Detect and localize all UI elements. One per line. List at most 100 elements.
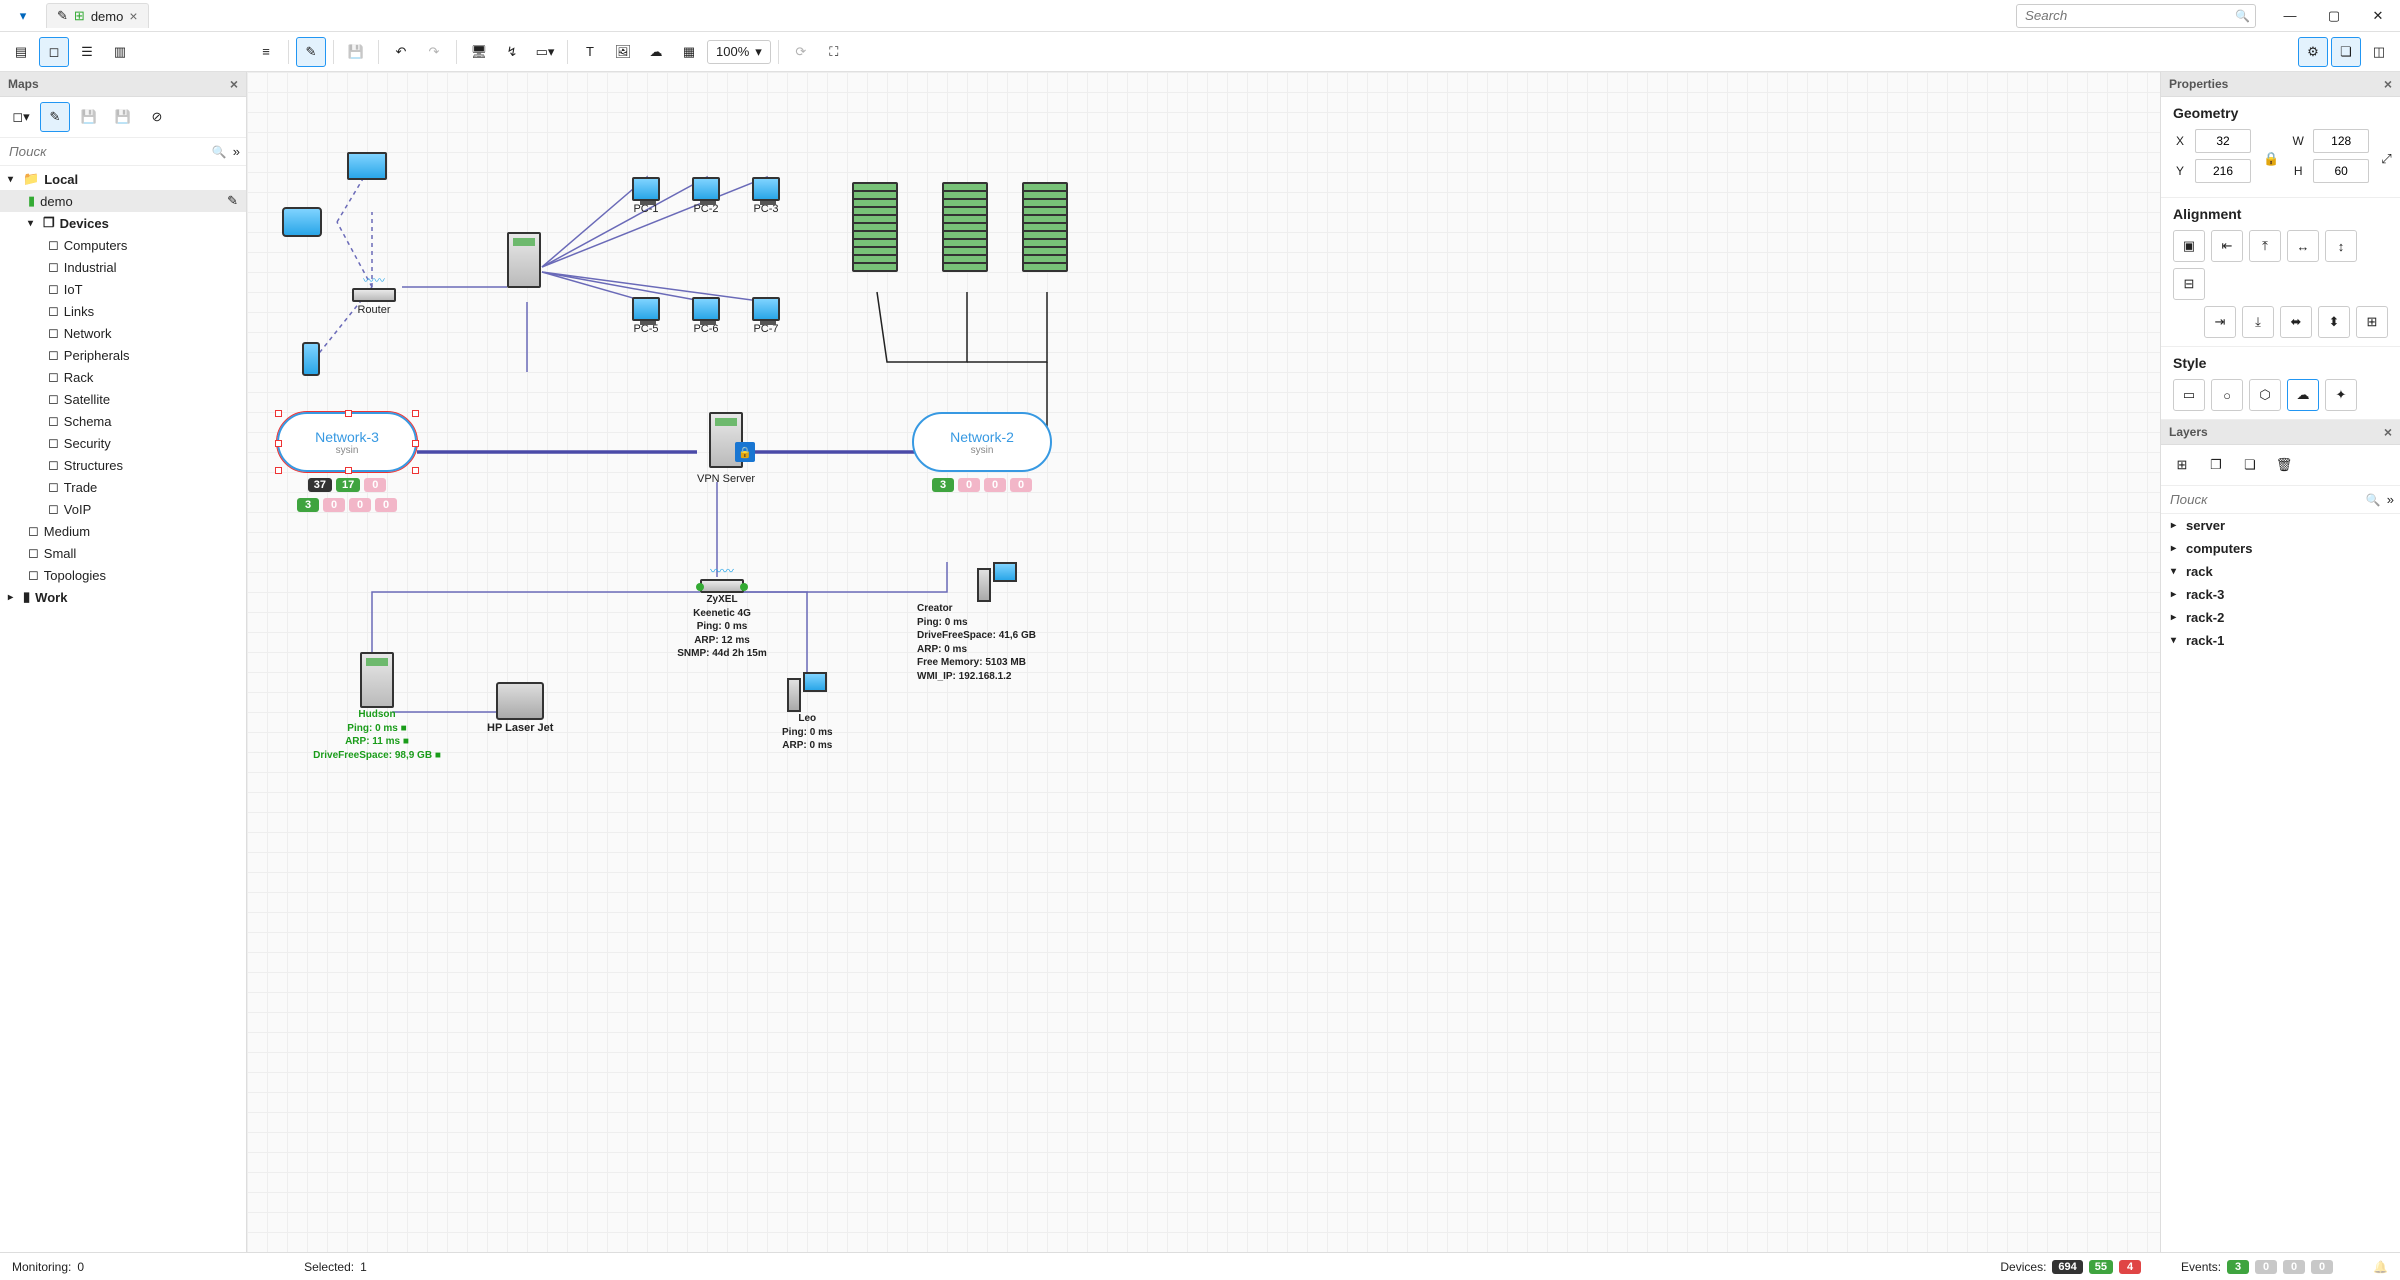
delete-layer-button[interactable]: 🗑 bbox=[2269, 450, 2299, 480]
node-tablet[interactable] bbox=[282, 207, 322, 237]
tree-item[interactable]: ◻ Schema bbox=[0, 410, 246, 432]
style-circle[interactable]: ○ bbox=[2211, 379, 2243, 411]
tree-item[interactable]: ◻ Small bbox=[0, 542, 246, 564]
geom-w-input[interactable] bbox=[2313, 129, 2369, 153]
align-center[interactable]: ⊞ bbox=[2356, 306, 2388, 338]
tree-item[interactable]: ◻ IoT bbox=[0, 278, 246, 300]
tree-item-demo[interactable]: ▮ demo✎ bbox=[0, 190, 246, 212]
node-phone[interactable] bbox=[302, 342, 320, 376]
shape-tool[interactable]: ▭▾ bbox=[530, 37, 560, 67]
tab-demo[interactable]: ✎ ⊞ demo × bbox=[46, 3, 149, 28]
node-pc3[interactable]: PC-3 bbox=[752, 177, 780, 216]
qr-tool[interactable]: ▦ bbox=[674, 37, 704, 67]
node-pc5[interactable]: PC-5 bbox=[632, 297, 660, 336]
tree-item[interactable]: ◻ Structures bbox=[0, 454, 246, 476]
layer-item[interactable]: ▾rack bbox=[2161, 560, 2400, 583]
close-icon[interactable]: × bbox=[2384, 424, 2392, 440]
tree-item[interactable]: ◻ Topologies bbox=[0, 564, 246, 586]
align-left[interactable]: ⇤ bbox=[2211, 230, 2243, 262]
align-middle[interactable]: ⊟ bbox=[2173, 268, 2205, 300]
layer-item[interactable]: ▸rack-2 bbox=[2161, 606, 2400, 629]
edit-tool[interactable]: ✎ bbox=[296, 37, 326, 67]
search-input[interactable] bbox=[2016, 4, 2256, 28]
tree-item[interactable]: ◻ Medium bbox=[0, 520, 246, 542]
text-tool[interactable]: T bbox=[575, 37, 605, 67]
link-icon[interactable]: 🔒 bbox=[2263, 151, 2279, 167]
node-leo[interactable]: Leo Ping: 0 ms ARP: 0 ms bbox=[782, 672, 833, 753]
node-pc2[interactable]: PC-2 bbox=[692, 177, 720, 216]
style-cloud[interactable]: ☁ bbox=[2287, 379, 2319, 411]
close-icon[interactable]: × bbox=[230, 76, 238, 92]
node-zyxel[interactable]: 〰〰 ZyXEL Keenetic 4G Ping: 0 ms ARP: 12 … bbox=[647, 562, 797, 661]
cloud-tool[interactable]: ☁ bbox=[641, 37, 671, 67]
dock-button[interactable]: ◫ bbox=[2364, 37, 2394, 67]
panel-toggle-1[interactable]: ▤ bbox=[6, 37, 36, 67]
layers-icon[interactable]: ❏ bbox=[2331, 37, 2361, 67]
panel-toggle-4[interactable]: ▥ bbox=[105, 37, 135, 67]
discard-button[interactable]: ⊘ bbox=[142, 102, 172, 132]
fit-button[interactable]: ⛶ bbox=[819, 37, 849, 67]
panel-toggle-2[interactable]: ◻ bbox=[39, 37, 69, 67]
node-network2[interactable]: Network-2 sysin 3 0 0 0 bbox=[912, 412, 1052, 492]
tree-item[interactable]: ◻ Trade bbox=[0, 476, 246, 498]
node-router[interactable]: 〰〰 Router bbox=[352, 272, 396, 317]
align-hcenter[interactable]: ↔ bbox=[2287, 230, 2319, 262]
chevron-icon[interactable]: » bbox=[2387, 492, 2394, 507]
expand-icon[interactable]: ⤢ bbox=[2381, 151, 2391, 167]
maps-search-input[interactable] bbox=[6, 141, 212, 162]
zoom-select[interactable]: 100%▾ bbox=[707, 40, 771, 64]
tree-item[interactable]: ◻ Network bbox=[0, 322, 246, 344]
align-fit[interactable]: ▣ bbox=[2173, 230, 2205, 262]
tree-item[interactable]: ◻ Peripherals bbox=[0, 344, 246, 366]
align-right[interactable]: ⇥ bbox=[2204, 306, 2236, 338]
geom-h-input[interactable] bbox=[2313, 159, 2369, 183]
tree-item[interactable]: ◻ Links bbox=[0, 300, 246, 322]
minimize-button[interactable]: — bbox=[2276, 4, 2304, 28]
layer-item[interactable]: ▾rack-1 bbox=[2161, 629, 2400, 652]
tree-item[interactable]: ◻ Security bbox=[0, 432, 246, 454]
image-tool[interactable]: 🖼 bbox=[608, 37, 638, 67]
node-laptop[interactable] bbox=[347, 152, 387, 180]
node-vpn[interactable]: 🔒 VPN Server bbox=[697, 412, 755, 486]
undo-button[interactable]: ↶ bbox=[386, 37, 416, 67]
geom-y-input[interactable] bbox=[2195, 159, 2251, 183]
add-layer-button[interactable]: ⊞ bbox=[2167, 450, 2197, 480]
geom-x-input[interactable] bbox=[2195, 129, 2251, 153]
tree-item[interactable]: ◻ Computers bbox=[0, 234, 246, 256]
tree-folder-local[interactable]: ▾📁 Local bbox=[0, 168, 246, 190]
tree-folder-work[interactable]: ▸▮ Work bbox=[0, 586, 246, 608]
layers-search-input[interactable] bbox=[2167, 489, 2366, 510]
copy-layer-button[interactable]: ❏ bbox=[2235, 450, 2265, 480]
sliders-icon[interactable]: ⚙ bbox=[2298, 37, 2328, 67]
dist-h[interactable]: ⬌ bbox=[2280, 306, 2312, 338]
node-creator[interactable]: Creator Ping: 0 ms DriveFreeSpace: 41,6 … bbox=[917, 562, 1077, 683]
bell-icon[interactable]: 🔔 bbox=[2373, 1260, 2388, 1274]
new-map-button[interactable]: ◻▾ bbox=[6, 102, 36, 132]
style-hex[interactable]: ⬡ bbox=[2249, 379, 2281, 411]
tree-item[interactable]: ◻ Satellite bbox=[0, 388, 246, 410]
node-network3[interactable]: Network-3 sysin 37 17 0 3 0 bbox=[277, 412, 417, 512]
edit-map-button[interactable]: ✎ bbox=[40, 102, 70, 132]
node-pc6[interactable]: PC-6 bbox=[692, 297, 720, 336]
node-rack1[interactable] bbox=[852, 182, 898, 272]
panel-toggle-3[interactable]: ☰ bbox=[72, 37, 102, 67]
tree-item-devices[interactable]: ▾❐ Devices bbox=[0, 212, 246, 234]
align-vcenter[interactable]: ↕ bbox=[2325, 230, 2357, 262]
node-printer[interactable]: HP Laser Jet bbox=[487, 682, 553, 735]
maximize-button[interactable]: ▢ bbox=[2320, 4, 2348, 28]
node-pc7[interactable]: PC-7 bbox=[752, 297, 780, 336]
dup-layer-button[interactable]: ❐ bbox=[2201, 450, 2231, 480]
style-gear[interactable]: ✦ bbox=[2325, 379, 2357, 411]
align-bottom[interactable]: ⤓ bbox=[2242, 306, 2274, 338]
app-icon[interactable]: ▾ bbox=[8, 1, 38, 31]
node-rack2[interactable] bbox=[942, 182, 988, 272]
align-top[interactable]: ⤒ bbox=[2249, 230, 2281, 262]
tree-item[interactable]: ◻ Industrial bbox=[0, 256, 246, 278]
node-hudson[interactable]: Hudson Ping: 0 ms ■ ARP: 11 ms ■ DriveFr… bbox=[287, 652, 467, 762]
tree-item[interactable]: ◻ VoIP bbox=[0, 498, 246, 520]
node-pc1[interactable]: PC-1 bbox=[632, 177, 660, 216]
close-icon[interactable]: × bbox=[2384, 76, 2392, 92]
monitor-tool[interactable]: 🖥 bbox=[464, 37, 494, 67]
connector-tool[interactable]: ↯ bbox=[497, 37, 527, 67]
canvas[interactable]: 〰〰 Router PC-1 PC-2 PC-3 PC-5 PC-6 PC-7 bbox=[247, 72, 2160, 1252]
